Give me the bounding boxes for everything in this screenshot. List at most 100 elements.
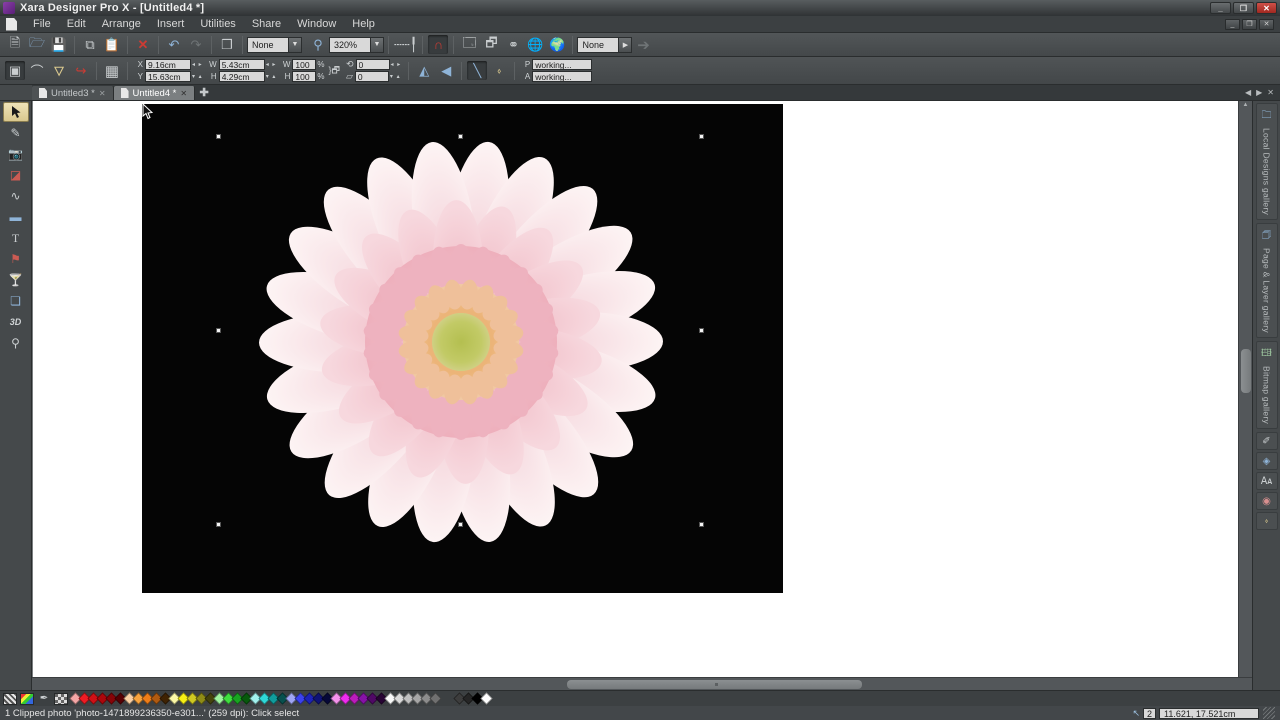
horizontal-scrollbar[interactable] bbox=[32, 677, 1252, 690]
zoom-tool-icon[interactable]: ⚲ bbox=[308, 35, 328, 54]
zoom-tool[interactable]: ⚲ bbox=[3, 333, 29, 353]
flip-vertical-icon[interactable]: ◀ bbox=[436, 61, 456, 80]
web-image-icon[interactable]: 🌍 bbox=[547, 35, 567, 54]
a-working-field[interactable] bbox=[532, 71, 592, 82]
save-icon[interactable]: 💾 bbox=[49, 35, 69, 54]
show-edit-handles-icon[interactable]: ╲ bbox=[467, 61, 487, 80]
redo-transform-icon[interactable]: ↪ bbox=[71, 61, 91, 80]
paste-icon[interactable]: 📋 bbox=[102, 35, 122, 54]
selection-handle-s[interactable] bbox=[458, 522, 463, 527]
color-gallery-tab[interactable]: ◉ bbox=[1256, 492, 1278, 510]
tab-untitled4[interactable]: Untitled4 * ✕ bbox=[114, 86, 196, 100]
resize-grip[interactable] bbox=[1263, 707, 1275, 719]
tab-close-icon[interactable]: ✕ bbox=[180, 89, 187, 98]
clipped-photo-object[interactable] bbox=[142, 104, 783, 593]
menu-share[interactable]: Share bbox=[244, 17, 289, 31]
photo-enhance-tool[interactable]: ✎ bbox=[3, 123, 29, 143]
snap-magnet-icon[interactable]: ∩ bbox=[428, 35, 448, 54]
height-scale-field[interactable] bbox=[292, 71, 316, 82]
fonts-gallery-tab[interactable]: 🗛 bbox=[1256, 472, 1278, 490]
h-stepper[interactable]: ▾ ▴ bbox=[266, 73, 277, 80]
shadow-tool[interactable]: ❏ bbox=[3, 291, 29, 311]
export-preview-icon[interactable]: 🗔 bbox=[459, 35, 479, 54]
tab-bar-close-icon[interactable]: ✕ bbox=[1267, 88, 1274, 97]
open-folder-icon[interactable]: 🗁 bbox=[27, 35, 47, 54]
skew-angle-field[interactable] bbox=[355, 71, 389, 82]
y-position-field[interactable] bbox=[145, 71, 191, 82]
zoom-level-dropdown[interactable]: 320% ▼ bbox=[329, 37, 384, 53]
feather-slider-icon[interactable]: ┄┄╿ bbox=[394, 35, 417, 54]
delete-icon[interactable]: ✕ bbox=[133, 35, 153, 54]
menu-utilities[interactable]: Utilities bbox=[192, 17, 243, 31]
y-stepper[interactable]: ▾ ▴ bbox=[192, 73, 203, 80]
line-gallery-tab[interactable]: ✐ bbox=[1256, 432, 1278, 450]
w-stepper[interactable]: ◂ ▸ bbox=[266, 61, 277, 68]
selection-handle-ne[interactable] bbox=[699, 134, 704, 139]
rotate-mode-icon[interactable]: ⌒ bbox=[27, 61, 47, 80]
menu-edit[interactable]: Edit bbox=[59, 17, 94, 31]
color-swatch[interactable] bbox=[429, 692, 441, 704]
width-scale-field[interactable] bbox=[292, 59, 316, 70]
doc-minimize-button[interactable]: _ bbox=[1225, 19, 1240, 30]
new-tab-button[interactable]: ✚ bbox=[195, 85, 213, 100]
maximize-button[interactable]: ❐ bbox=[1233, 2, 1254, 14]
minimize-button[interactable]: _ bbox=[1210, 2, 1231, 14]
tab-scroll-right-icon[interactable]: ▶ bbox=[1256, 88, 1262, 97]
tab-scroll-left-icon[interactable]: ◀ bbox=[1245, 88, 1251, 97]
undo-icon[interactable]: ↶ bbox=[164, 35, 184, 54]
text-tool[interactable]: T bbox=[3, 228, 29, 248]
doc-close-button[interactable]: ✕ bbox=[1259, 19, 1274, 30]
x-stepper[interactable]: ◂ ▸ bbox=[192, 61, 203, 68]
scroll-up-icon[interactable]: ▲ bbox=[1239, 102, 1252, 108]
page-layer-gallery-tab[interactable]: 🗇 Page & Layer gallery bbox=[1256, 223, 1278, 338]
flip-horizontal-icon[interactable]: ◭ bbox=[414, 61, 434, 80]
transform-icon[interactable]: ❒ bbox=[217, 35, 237, 54]
extrude-3d-tool[interactable]: 3D bbox=[3, 312, 29, 332]
anchor-grid-icon[interactable]: ▦ bbox=[102, 61, 122, 80]
horizontal-scroll-thumb[interactable] bbox=[567, 680, 862, 689]
new-document-icon[interactable]: 🗎 bbox=[5, 35, 25, 54]
shape-editor-tool[interactable]: ∿ bbox=[3, 186, 29, 206]
close-button[interactable]: ✕ bbox=[1256, 2, 1277, 14]
tab-untitled3[interactable]: Untitled3 * ✕ bbox=[32, 86, 114, 100]
fill-transform-icon[interactable]: 🜄 bbox=[49, 61, 69, 80]
no-color-swatch[interactable] bbox=[3, 693, 17, 705]
menu-help[interactable]: Help bbox=[344, 17, 383, 31]
publish-arrow-icon[interactable]: ➔ bbox=[633, 35, 653, 54]
vertical-scrollbar[interactable]: ▲ bbox=[1238, 101, 1252, 677]
p-working-field[interactable] bbox=[532, 59, 592, 70]
bitmap-gallery-tab[interactable]: 🖽 Bitmap gallery bbox=[1256, 341, 1278, 429]
fill-tool[interactable]: ⚑ bbox=[3, 249, 29, 269]
selection-handle-se[interactable] bbox=[699, 522, 704, 527]
selector-tool[interactable] bbox=[3, 102, 29, 122]
color-editor-icon[interactable] bbox=[20, 693, 34, 705]
web-check-icon[interactable]: 🌐 bbox=[525, 35, 545, 54]
hyperlink-icon[interactable]: ⚭ bbox=[503, 35, 523, 54]
selection-handle-nw[interactable] bbox=[216, 134, 221, 139]
rotate-angle-field[interactable] bbox=[356, 59, 390, 70]
menu-window[interactable]: Window bbox=[289, 17, 344, 31]
name-gallery-tab[interactable]: ⬫ bbox=[1256, 512, 1278, 530]
width-field[interactable] bbox=[219, 59, 265, 70]
tab-close-icon[interactable]: ✕ bbox=[99, 89, 106, 98]
selection-handle-w[interactable] bbox=[216, 328, 221, 333]
document-canvas[interactable] bbox=[32, 101, 1238, 677]
color-picker-icon[interactable]: ✒ bbox=[37, 693, 51, 705]
export-pages-icon[interactable]: 🗗 bbox=[481, 35, 501, 54]
erase-tool[interactable]: ◪ bbox=[3, 165, 29, 185]
rectangle-tool[interactable]: ▬ bbox=[3, 207, 29, 227]
fill-gallery-tab[interactable]: ◈ bbox=[1256, 452, 1278, 470]
selection-handle-n[interactable] bbox=[458, 134, 463, 139]
pattern-swatch[interactable] bbox=[54, 693, 68, 705]
lock-aspect-icon[interactable]: }🗗 bbox=[329, 63, 340, 79]
menu-file[interactable]: File bbox=[25, 17, 59, 31]
menu-insert[interactable]: Insert bbox=[149, 17, 193, 31]
redo-icon[interactable]: ↷ bbox=[186, 35, 206, 54]
fill-selector-dropdown[interactable]: None ▼ bbox=[247, 37, 302, 53]
skew-stepper[interactable]: ▾ ▴ bbox=[390, 73, 401, 80]
photo-tool[interactable]: 📷 bbox=[3, 144, 29, 164]
x-position-field[interactable] bbox=[145, 59, 191, 70]
export-selector-dropdown[interactable]: None ▶ bbox=[577, 37, 632, 53]
bounds-mode-icon[interactable]: ▣ bbox=[5, 61, 25, 80]
local-designs-gallery-tab[interactable]: 🗀 Local Designs gallery bbox=[1256, 103, 1278, 220]
